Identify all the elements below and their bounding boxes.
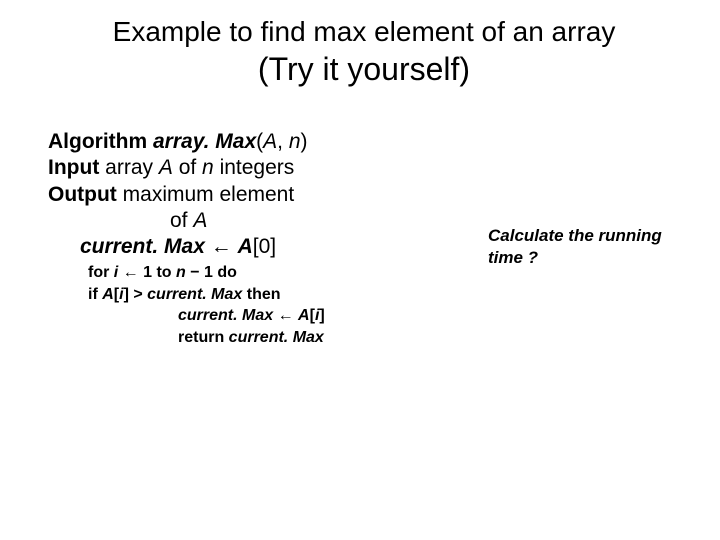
arrow-icon: ← [278, 307, 298, 324]
keyword-algorithm: Algorithm [48, 130, 153, 153]
keyword-output: Output [48, 183, 123, 206]
algo-line-3: Output maximum element [48, 182, 428, 208]
var-A: A [238, 235, 253, 258]
keyword-for: for [88, 264, 114, 281]
algo-line-8: current. Max ← A[i] [48, 305, 428, 327]
gt-icon: > [133, 286, 147, 303]
keyword-to: to [156, 264, 176, 281]
text: of [170, 209, 193, 232]
algo-line-7: if A[i] > current. Max then [48, 284, 428, 306]
algo-line-5: current. Max ← A[0] [48, 234, 428, 260]
text: maximum element [123, 183, 295, 206]
bracket-close: ] [124, 286, 134, 303]
algo-line-9: return current. Max [48, 327, 428, 349]
var-A: A [193, 209, 207, 232]
algo-line-6: for i ← 1 to n − 1 do [48, 262, 428, 284]
algo-line-1: Algorithm array. Max(A, n) [48, 129, 428, 155]
arg-sep: , [277, 130, 289, 153]
title-line-2: (Try it yourself) [48, 49, 680, 89]
var-i: i [114, 264, 123, 281]
arrow-icon: ← [123, 264, 143, 281]
title-block: Example to find max element of an array … [48, 14, 680, 89]
var-A: A [102, 286, 114, 303]
keyword-input: Input [48, 156, 105, 179]
arrow-icon: ← [211, 235, 238, 258]
algo-line-2: Input array A of n integers [48, 155, 428, 181]
var-currentmax: current. Max [147, 286, 247, 303]
note-line-2: time ? [488, 247, 680, 269]
var-n: n [176, 264, 190, 281]
title-line-1: Example to find max element of an array [48, 14, 680, 49]
keyword-return: return [178, 329, 229, 346]
algorithm-block: Algorithm array. Max(A, n) Input array A… [48, 129, 428, 349]
arg-n: n [289, 130, 301, 153]
minus-icon: − [190, 264, 204, 281]
paren-close: ) [301, 130, 308, 153]
bracket-close: ] [319, 307, 324, 324]
var-n: n [202, 156, 214, 179]
var-A: A [159, 156, 173, 179]
index: [0] [253, 235, 276, 258]
algo-line-4: of A [48, 208, 428, 234]
text: integers [214, 156, 295, 179]
arg-A: A [263, 130, 277, 153]
keyword-then: then [247, 286, 281, 303]
algo-name: array. Max [153, 130, 256, 153]
keyword-if: if [88, 286, 102, 303]
text: array [105, 156, 159, 179]
note-line-1: Calculate the running [488, 225, 680, 247]
var-currentmax: current. Max [80, 235, 211, 258]
var-A: A [298, 307, 310, 324]
text: of [173, 156, 202, 179]
side-note: Calculate the running time ? [428, 129, 680, 269]
literal-1b: 1 [204, 264, 217, 281]
content-row: Algorithm array. Max(A, n) Input array A… [48, 129, 680, 349]
keyword-do: do [217, 264, 237, 281]
var-currentmax: current. Max [178, 307, 278, 324]
var-currentmax: current. Max [229, 329, 324, 346]
literal-1: 1 [143, 264, 156, 281]
slide: Example to find max element of an array … [0, 0, 720, 540]
